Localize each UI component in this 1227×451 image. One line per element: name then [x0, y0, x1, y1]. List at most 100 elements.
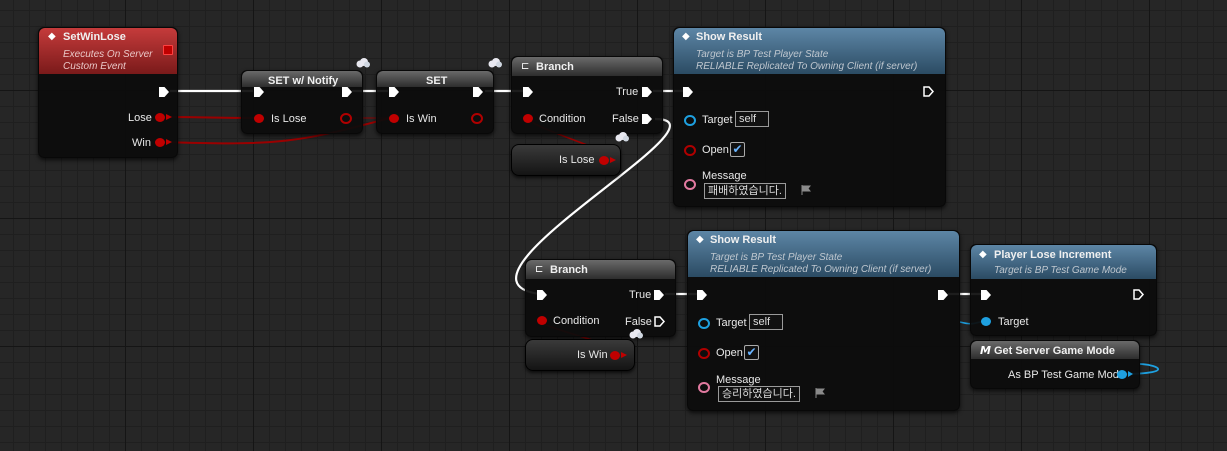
open-checkbox[interactable]: ✔: [730, 142, 745, 157]
exec-output-pin[interactable]: [473, 87, 483, 97]
pin-label: Is Lose: [271, 113, 307, 125]
pin-label: Target: [702, 114, 733, 126]
node-subtitle: Target is BP Test Player State: [710, 252, 843, 263]
node-header: [512, 57, 662, 76]
game-mode-output-pin[interactable]: [1117, 370, 1127, 379]
node-title: SetWinLose: [63, 31, 126, 43]
pin-label: False: [612, 113, 639, 125]
node-subtitle: Target is BP Test Game Mode: [994, 265, 1127, 276]
exec-output-pin[interactable]: [923, 86, 934, 97]
node-subtitle: Custom Event: [63, 61, 126, 72]
show-result-node-1[interactable]: ◆ Show Result Target is BP Test Player S…: [673, 27, 946, 207]
pin-label: Win: [132, 137, 151, 149]
target-input-pin[interactable]: [698, 318, 710, 329]
pin-label: Open: [716, 347, 743, 359]
pin-label: Target: [998, 316, 1029, 328]
pin-label: As BP Test Game Mode: [1008, 369, 1125, 381]
node-title: Branch: [536, 61, 574, 73]
pin-label: Message: [716, 374, 761, 386]
macro-m-icon: M: [980, 344, 991, 357]
open-checkbox[interactable]: ✔: [744, 345, 759, 360]
target-value-field[interactable]: self: [735, 111, 769, 127]
node-subtitle: Executes On Server: [63, 49, 153, 60]
exec-input-pin[interactable]: [981, 290, 991, 300]
condition-input-pin[interactable]: [523, 114, 533, 123]
exec-input-pin[interactable]: [683, 87, 693, 97]
message-input-pin[interactable]: [698, 382, 710, 393]
pin-label: Condition: [539, 113, 586, 125]
delegate-pin-icon[interactable]: [163, 45, 173, 55]
show-result-node-2[interactable]: ◆ Show Result Target is BP Test Player S…: [687, 230, 960, 411]
localize-flag-icon[interactable]: [815, 388, 825, 398]
false-exec-pin[interactable]: [642, 114, 652, 124]
is-lose-output-pin[interactable]: [599, 156, 609, 165]
is-win-output-pin[interactable]: [471, 113, 483, 124]
exec-output-pin[interactable]: [1133, 289, 1144, 300]
is-win-output-pin[interactable]: [610, 351, 620, 360]
is-lose-input-pin[interactable]: [254, 114, 264, 123]
message-input-pin[interactable]: [684, 179, 696, 190]
get-server-game-mode-node[interactable]: M Get Server Game Mode As BP Test Game M…: [970, 340, 1140, 389]
exec-input-pin[interactable]: [697, 290, 707, 300]
exec-input-pin[interactable]: [389, 87, 399, 97]
pin-label: Is Lose: [559, 154, 595, 166]
win-output-pin[interactable]: [155, 138, 165, 147]
node-title: Show Result: [696, 31, 763, 43]
message-value-field[interactable]: 패배하였습니다.: [704, 183, 786, 199]
replicated-cloud-icon: [356, 58, 370, 68]
node-subtitle: RELIABLE Replicated To Owning Client (if…: [696, 61, 918, 72]
exec-output-pin[interactable]: [342, 87, 352, 97]
node-title: Get Server Game Mode: [994, 345, 1116, 357]
exec-input-pin[interactable]: [523, 87, 533, 97]
exec-input-pin[interactable]: [537, 290, 547, 300]
set-w-notify-node[interactable]: SET w/ Notify Is Lose: [241, 70, 363, 134]
exec-output-pin[interactable]: [938, 290, 948, 300]
open-input-pin[interactable]: [684, 145, 696, 156]
pin-arrow-icon: [166, 139, 172, 145]
true-exec-pin[interactable]: [654, 290, 664, 300]
pin-label: True: [616, 86, 639, 98]
replicated-cloud-icon: [615, 132, 629, 142]
get-is-lose-node[interactable]: Is Lose: [511, 144, 621, 176]
open-input-pin[interactable]: [698, 348, 710, 359]
branch-icon: ⊏: [521, 61, 530, 72]
node-subtitle: RELIABLE Replicated To Owning Client (if…: [710, 264, 932, 275]
pin-label: Message: [702, 170, 747, 182]
localize-flag-icon[interactable]: [801, 185, 811, 195]
pin-arrow-icon: [166, 114, 172, 120]
player-lose-increment-node[interactable]: ◆ Player Lose Increment Target is BP Tes…: [970, 244, 1157, 336]
exec-input-pin[interactable]: [254, 87, 264, 97]
condition-input-pin[interactable]: [537, 316, 547, 325]
pin-label: Target: [716, 317, 747, 329]
function-icon: ◆: [696, 234, 704, 245]
target-input-pin[interactable]: [684, 115, 696, 126]
function-icon: ◆: [682, 31, 690, 42]
set-node[interactable]: SET Is Win: [376, 70, 494, 134]
false-exec-pin[interactable]: [654, 316, 665, 327]
lose-output-pin[interactable]: [155, 113, 165, 122]
node-title: SET: [426, 75, 448, 87]
setwinlose-event-node[interactable]: ◆ SetWinLose Executes On Server Custom E…: [38, 27, 178, 158]
event-diamond-icon: ◆: [48, 31, 56, 42]
exec-output-pin[interactable]: [159, 87, 169, 97]
pin-arrow-icon: [1128, 371, 1133, 377]
is-win-input-pin[interactable]: [389, 114, 399, 123]
branch-icon: ⊏: [535, 264, 544, 275]
target-value-field[interactable]: self: [749, 314, 783, 330]
branch-node-1[interactable]: ⊏ Branch True Condition False: [511, 56, 663, 134]
get-is-win-node[interactable]: Is Win: [525, 339, 635, 371]
is-lose-output-pin[interactable]: [340, 113, 352, 124]
pin-label: False: [625, 316, 652, 328]
replicated-cloud-icon: [488, 58, 502, 68]
node-title: SET w/ Notify: [268, 75, 339, 87]
pin-label: Is Win: [406, 113, 437, 125]
true-exec-pin[interactable]: [642, 87, 652, 97]
node-title: Show Result: [710, 234, 777, 246]
pin-label: True: [629, 289, 652, 301]
target-input-pin[interactable]: [981, 317, 991, 326]
message-value-field[interactable]: 승리하였습니다.: [718, 386, 800, 402]
branch-node-2[interactable]: ⊏ Branch True Condition False: [525, 259, 676, 337]
pin-label: Is Win: [577, 349, 608, 361]
pin-label: Lose: [128, 112, 152, 124]
replicated-cloud-icon: [629, 329, 643, 339]
